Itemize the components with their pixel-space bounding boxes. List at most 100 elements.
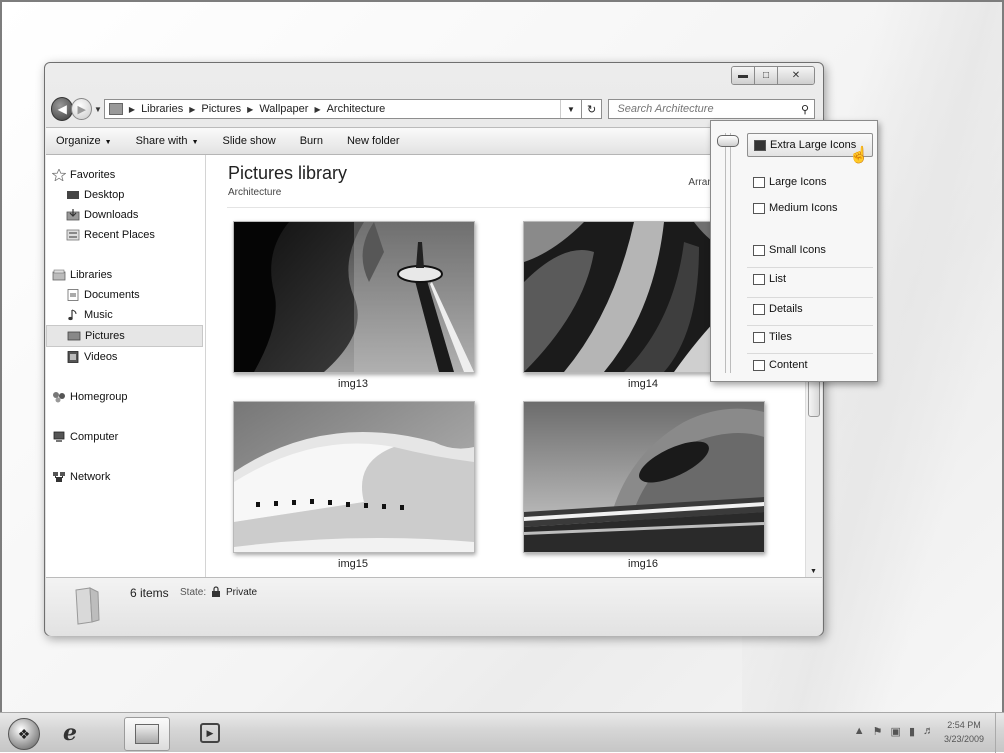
clock[interactable]: 2:54 PM 3/23/2009 — [936, 718, 992, 746]
breadcrumb-libraries[interactable]: Libraries — [141, 103, 183, 115]
breadcrumb-wallpaper[interactable]: Wallpaper — [259, 103, 308, 115]
hand-cursor-icon: ☝ — [849, 147, 869, 164]
recent-pages-dropdown-icon[interactable]: ▼ — [94, 105, 102, 114]
refresh-button[interactable]: ↻ — [581, 99, 603, 119]
back-button[interactable]: ◀ — [51, 97, 74, 121]
search-input[interactable] — [615, 102, 800, 116]
space-needle-photo — [234, 222, 474, 372]
explorer-window: ▬ □ ✕ ◀ ▶ ▼ ▶ Libraries ▶ Pictures ▶ Wal… — [44, 62, 824, 636]
nav-downloads-label: Downloads — [84, 209, 139, 221]
view-slider-track[interactable] — [725, 133, 731, 373]
nav-documents-label: Documents — [84, 289, 140, 301]
nav-downloads[interactable]: Downloads — [46, 205, 205, 225]
nav-computer-label: Computer — [70, 431, 119, 443]
breadcrumb-pictures[interactable]: Pictures — [201, 103, 241, 115]
nav-network[interactable]: Network — [46, 467, 205, 487]
thumbnail-img15[interactable] — [233, 401, 475, 553]
search-icon[interactable]: ⚲ — [801, 103, 809, 116]
view-tiles[interactable]: Tiles — [747, 325, 873, 348]
breadcrumb-separator-icon[interactable]: ▶ — [129, 105, 135, 114]
content-area: Favorites Desktop Downloads Recent Place… — [46, 155, 822, 577]
minimize-button[interactable]: ▬ — [732, 67, 755, 84]
nav-pictures[interactable]: Pictures — [46, 325, 203, 347]
thumbnail-caption: img16 — [628, 558, 658, 570]
new-folder-button[interactable]: New folder — [347, 135, 400, 147]
homegroup-icon — [53, 392, 65, 403]
details-pane: 6 items State: Private — [46, 577, 822, 636]
taskbar: ❖ e ▶ ▲ ⚑ ▣ ▮ ♬ 2:54 PM 3/23/2009 — [0, 712, 1004, 753]
share-with-menu[interactable]: Share with ▼ — [136, 135, 199, 147]
library-subtitle: Architecture — [228, 187, 282, 198]
volume-icon[interactable]: ♬ — [923, 725, 934, 738]
breadcrumb-separator-icon[interactable]: ▶ — [314, 105, 320, 114]
nav-videos-label: Videos — [84, 351, 118, 363]
details-icon — [753, 303, 765, 315]
nav-homegroup-label: Homegroup — [70, 391, 128, 403]
header-divider — [227, 207, 794, 208]
maximize-button[interactable]: □ — [755, 67, 778, 84]
view-details[interactable]: Details — [747, 297, 873, 320]
start-button[interactable]: ❖ — [8, 718, 40, 750]
slide-show-button[interactable]: Slide show — [223, 135, 276, 147]
network-icon — [53, 472, 65, 482]
view-list[interactable]: List — [747, 267, 873, 290]
view-large-icons[interactable]: Large Icons — [747, 171, 873, 193]
thumbnail-caption: img13 — [338, 378, 368, 390]
view-menu-label: Extra Large Icons — [770, 139, 857, 151]
view-menu-label: Details — [769, 303, 803, 315]
nav-desktop[interactable]: Desktop — [46, 185, 205, 205]
forward-button[interactable]: ▶ — [71, 98, 92, 120]
address-bar[interactable]: ▶ Libraries ▶ Pictures ▶ Wallpaper ▶ Arc… — [103, 99, 582, 119]
address-dropdown-icon[interactable]: ▼ — [559, 100, 581, 118]
nav-libraries[interactable]: Libraries — [46, 265, 205, 285]
close-button[interactable]: ✕ — [778, 67, 814, 84]
breadcrumb-separator-icon[interactable]: ▶ — [189, 105, 195, 114]
breadcrumb-separator-icon[interactable]: ▶ — [247, 105, 253, 114]
taskbar-media-player[interactable]: ▶ — [188, 717, 232, 749]
search-box[interactable]: ⚲ — [608, 99, 815, 119]
nav-videos[interactable]: Videos — [46, 347, 205, 367]
action-center-flag-icon[interactable]: ⚑ — [873, 725, 883, 738]
nav-favorites-label: Favorites — [70, 169, 116, 181]
chevron-down-icon: ▼ — [191, 139, 199, 146]
network-signal-icon[interactable]: ▮ — [909, 725, 915, 738]
nav-pictures-label: Pictures — [85, 330, 125, 342]
thumbnail-img16[interactable] — [523, 401, 765, 553]
organize-menu[interactable]: Organize ▼ — [56, 135, 112, 147]
thumbnail-img13[interactable] — [233, 221, 475, 373]
nav-documents[interactable]: Documents — [46, 285, 205, 305]
system-tray: ▲ ⚑ ▣ ▮ ♬ — [854, 725, 934, 738]
clock-date: 3/23/2009 — [943, 734, 985, 744]
breadcrumb-architecture[interactable]: Architecture — [327, 103, 386, 115]
internet-explorer-icon: e — [63, 720, 77, 746]
taskbar-internet-explorer[interactable]: e — [48, 717, 92, 749]
nav-network-label: Network — [70, 471, 111, 483]
nav-favorites[interactable]: Favorites — [46, 165, 205, 185]
pictures-icon — [67, 331, 81, 341]
tiles-icon — [753, 331, 765, 343]
window-controls: ▬ □ ✕ — [731, 66, 815, 85]
show-desktop-button[interactable] — [995, 713, 1004, 753]
burn-button[interactable]: Burn — [300, 135, 323, 147]
view-small-icons[interactable]: Small Icons — [747, 239, 873, 261]
nav-recent-places[interactable]: Recent Places — [46, 225, 205, 245]
nav-music[interactable]: Music — [46, 305, 205, 325]
view-slider-handle[interactable] — [717, 135, 739, 147]
view-menu-label: Tiles — [769, 331, 792, 343]
thumbnail-caption: img15 — [338, 558, 368, 570]
view-content[interactable]: Content — [747, 353, 873, 376]
folder-icon — [135, 724, 159, 744]
lock-icon — [212, 586, 220, 597]
view-medium-icons[interactable]: Medium Icons — [747, 197, 873, 219]
small-icons-icon — [753, 244, 765, 256]
show-hidden-icons-icon[interactable]: ▲ — [854, 725, 865, 738]
scroll-down-arrow-icon[interactable]: ▼ — [810, 568, 817, 575]
windows-logo-icon: ❖ — [17, 725, 31, 742]
nav-homegroup[interactable]: Homegroup — [46, 387, 205, 407]
taskbar-windows-explorer[interactable] — [124, 717, 170, 751]
nav-computer[interactable]: Computer — [46, 427, 205, 447]
view-menu-label: Large Icons — [769, 176, 827, 188]
power-icon[interactable]: ▣ — [891, 725, 901, 738]
